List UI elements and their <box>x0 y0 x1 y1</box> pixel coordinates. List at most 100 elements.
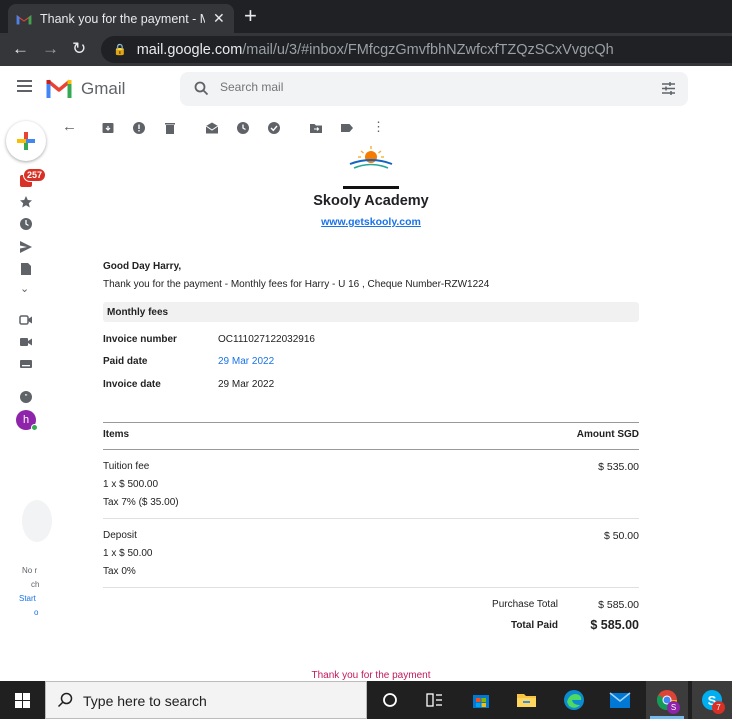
invoice-number-label: Invoice number <box>103 334 177 345</box>
gmail-wordmark: Gmail <box>81 79 126 98</box>
taskbar-search-box[interactable]: Type here to search <box>45 681 367 719</box>
items-header: Items <box>103 429 130 440</box>
add-to-tasks-icon[interactable] <box>267 121 281 135</box>
windows-start-icon[interactable] <box>15 693 30 708</box>
delete-icon[interactable] <box>163 121 177 135</box>
invoice-number-value: OC111027122032916 <box>218 334 315 345</box>
invoice-date-label: Invoice date <box>103 379 161 390</box>
more-options-icon[interactable]: ⋮ <box>372 119 385 135</box>
mail-app-icon[interactable] <box>609 690 631 710</box>
taskbar-skype[interactable]: S 7 <box>692 681 732 719</box>
browser-toolbar: ← → ↻ 🔒 mail.google.com /mail/u/3/#inbox… <box>0 33 732 66</box>
address-bar[interactable]: 🔒 mail.google.com /mail/u/3/#inbox/FMfcg… <box>101 36 732 63</box>
move-to-icon[interactable] <box>309 121 323 135</box>
skooly-logo-icon <box>349 146 393 169</box>
label-icon[interactable] <box>340 121 354 135</box>
side-text-line: ch <box>31 580 40 589</box>
item-qty: 1 x $ 500.00 <box>103 479 159 490</box>
taskbar-search-icon <box>57 692 73 708</box>
side-text-line: No r <box>22 566 38 575</box>
item-tax: Tax 0% <box>103 566 136 577</box>
table-top-divider <box>103 422 639 423</box>
item-name: Deposit <box>103 530 137 541</box>
search-input[interactable] <box>220 80 620 94</box>
search-bar[interactable] <box>180 72 688 106</box>
microsoft-store-icon[interactable] <box>471 690 491 710</box>
greeting: Good Day Harry, <box>103 261 182 272</box>
total-paid-label: Total Paid <box>510 620 558 631</box>
message-text: Thank you for the payment - Monthly fees… <box>103 279 490 290</box>
company-name: Skooly Academy <box>313 193 429 209</box>
keyboard-icon[interactable] <box>19 357 33 371</box>
purchase-total-value: $ 585.00 <box>598 599 639 611</box>
snooze-icon[interactable] <box>236 121 250 135</box>
paid-date-value: 29 Mar 2022 <box>218 356 275 367</box>
gmail-logo-icon <box>46 79 72 98</box>
chat-icon[interactable]: " <box>19 390 33 404</box>
new-tab-icon[interactable]: + <box>244 5 257 27</box>
mark-unread-icon[interactable] <box>205 121 219 135</box>
amount-header: Amount SGD <box>576 429 639 440</box>
back-to-inbox-icon[interactable]: ← <box>62 118 77 135</box>
total-paid-value: $ 585.00 <box>590 618 639 632</box>
main-menu-icon[interactable] <box>17 80 32 92</box>
item-amount: $ 535.00 <box>598 461 639 473</box>
company-website-link[interactable]: www.getskooly.com <box>103 216 639 228</box>
drafts-icon[interactable] <box>19 262 33 276</box>
search-icon[interactable] <box>194 81 209 96</box>
browser-tab-strip: Thank you for the payment - Mo ✕ + <box>0 0 732 33</box>
forward-icon[interactable]: → <box>42 39 59 59</box>
logo-underline <box>343 186 399 189</box>
item-tax: Tax 7% ($ 35.00) <box>103 497 179 508</box>
tab-title: Thank you for the payment - Mo <box>40 11 205 26</box>
snoozed-icon[interactable] <box>19 217 33 231</box>
url-host: mail.google.com <box>136 41 243 58</box>
task-view-icon[interactable] <box>426 692 443 708</box>
tab-close-icon[interactable]: ✕ <box>213 10 225 27</box>
purchase-total-label: Purchase Total <box>492 599 558 610</box>
report-spam-icon[interactable] <box>132 121 146 135</box>
compose-button[interactable] <box>6 121 46 161</box>
windows-taskbar: Type here to search S S 7 <box>0 681 732 719</box>
search-options-icon[interactable] <box>661 81 676 96</box>
svg-text:": " <box>25 393 28 402</box>
meet-join-icon[interactable] <box>19 335 33 349</box>
meet-new-icon[interactable] <box>19 313 33 327</box>
compose-plus-icon <box>17 132 35 150</box>
browser-tab[interactable]: Thank you for the payment - Mo ✕ <box>8 4 234 33</box>
unread-count-badge: 257 <box>23 168 47 182</box>
item-qty: 1 x $ 50.00 <box>103 548 153 559</box>
item-name: Tuition fee <box>103 461 150 472</box>
file-explorer-icon[interactable] <box>516 690 537 710</box>
lock-icon: 🔒 <box>113 44 127 56</box>
taskbar-search-placeholder: Type here to search <box>83 693 207 709</box>
back-icon[interactable]: ← <box>12 39 29 59</box>
edge-browser-icon[interactable] <box>563 689 585 711</box>
cortana-icon[interactable] <box>382 692 398 708</box>
gmail-header: Gmail <box>0 66 732 112</box>
more-chevron-icon[interactable]: ⌄ <box>20 282 29 295</box>
starred-icon[interactable] <box>19 195 33 209</box>
invoice-date-value: 29 Mar 2022 <box>218 379 275 390</box>
gmail-favicon-icon <box>16 14 32 24</box>
taskbar-chrome-active[interactable]: S <box>646 681 688 719</box>
skype-notification-badge: 7 <box>712 701 725 714</box>
start-chat-link[interactable]: Start <box>19 594 36 603</box>
side-text-line: o <box>34 608 39 617</box>
online-status-dot <box>31 424 38 431</box>
item-divider <box>103 518 639 519</box>
reload-icon[interactable]: ↻ <box>72 39 86 59</box>
url-path: /mail/u/3/#inbox/FMfcgzGmvfbhNZwfcxfTZQz… <box>242 41 614 58</box>
message-toolbar: ← ⋮ <box>52 116 732 142</box>
paid-date-label: Paid date <box>103 356 148 367</box>
item-divider <box>103 587 639 588</box>
section-header: Monthly fees <box>103 302 639 322</box>
footer-text: Thank you for the payment <box>311 670 431 681</box>
section-title: Monthly fees <box>107 307 169 318</box>
chrome-profile-badge: S <box>667 701 680 714</box>
empty-chat-illustration <box>22 500 52 542</box>
sent-icon[interactable] <box>19 240 33 254</box>
archive-icon[interactable] <box>101 121 115 135</box>
table-header-divider <box>103 449 639 450</box>
item-amount: $ 50.00 <box>603 530 639 542</box>
